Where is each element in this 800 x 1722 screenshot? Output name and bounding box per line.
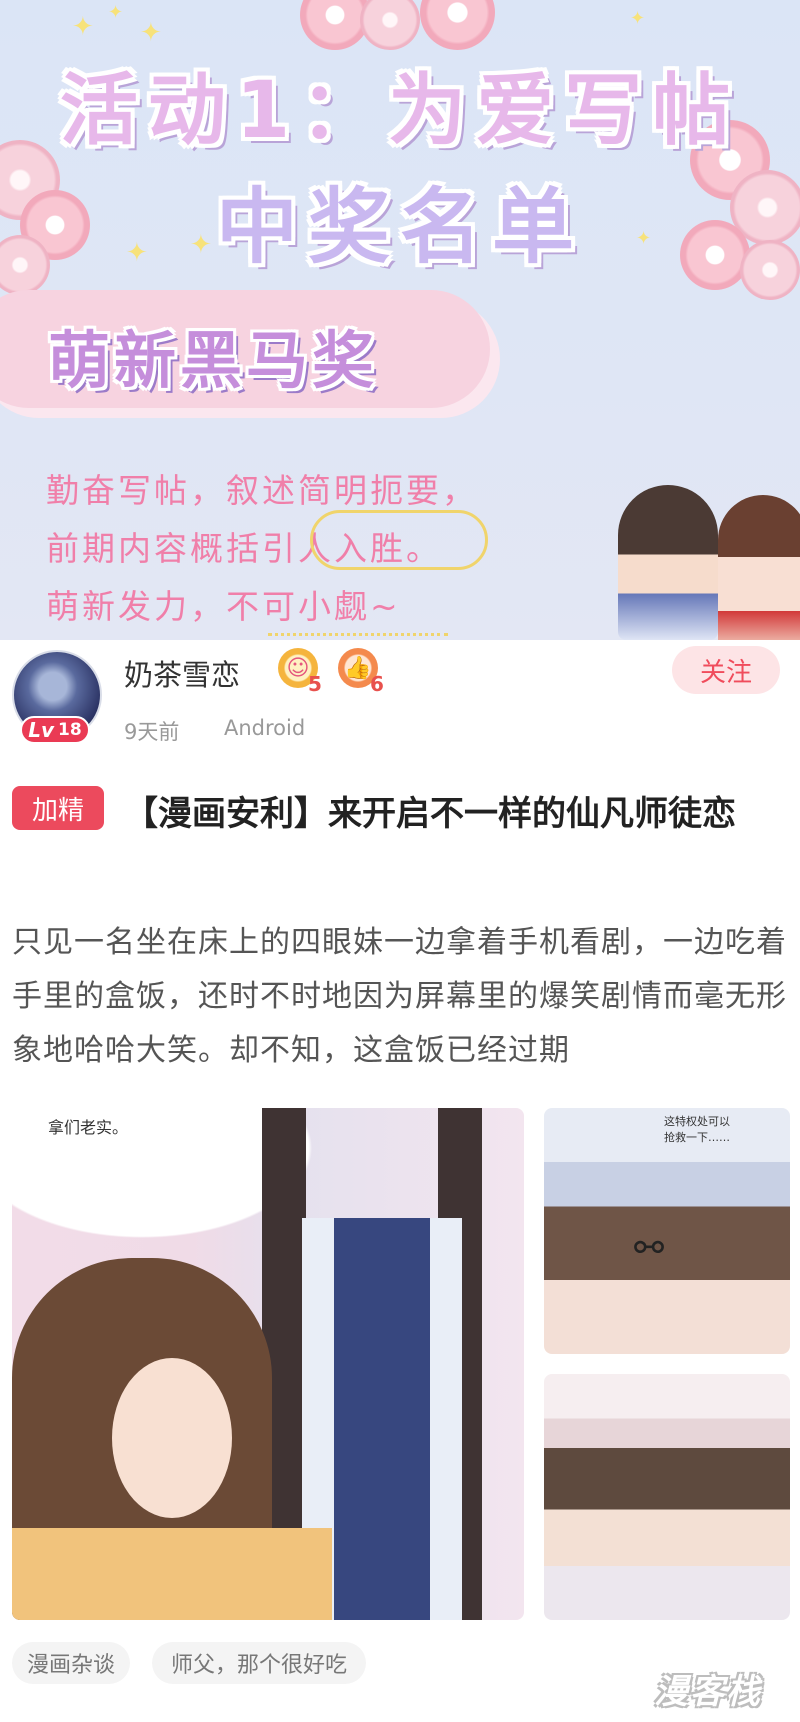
image-speech-text: 这特权处可以 抢救一下…… xyxy=(664,1114,730,1146)
illustration-part xyxy=(12,1528,332,1620)
chibi-character-illustration xyxy=(618,485,718,640)
image-speech-line: 抢救一下…… xyxy=(664,1131,730,1144)
sparkle-icon: ✦ xyxy=(108,2,124,23)
glasses-icon: ⚯ xyxy=(634,1228,665,1269)
featured-tag: 加精 xyxy=(12,786,104,830)
award-description-line3: 萌新发力，不可小觑~ xyxy=(46,587,401,626)
illustration-part xyxy=(112,1358,232,1518)
level-badge: Lv 18 xyxy=(20,716,90,744)
user-avatar[interactable]: Lv 18 xyxy=(12,650,104,744)
banner-title-line1: 活动1：为爱写帖 xyxy=(59,66,741,156)
level-number: 18 xyxy=(58,720,82,740)
activity-banner: ✦ ✦ ✦ ✦ ✦ ✦ ✦ 活动1：为爱写帖 中奖名单 萌新黑马奖 勤奋写帖，叙… xyxy=(0,0,800,640)
username[interactable]: 奶茶雪恋 xyxy=(124,652,240,694)
post-body[interactable]: 只见一名坐在床上的四眼妹一边拿着手机看剧，一边吃着手里的盒饭，还时不时地因为屏幕… xyxy=(12,916,788,1078)
post-image-thumbnail[interactable] xyxy=(544,1374,790,1620)
post-image-main[interactable]: 拿们老实。 xyxy=(12,1108,524,1620)
highlight-underline xyxy=(268,626,448,636)
post-device: Android xyxy=(224,716,306,740)
image-speech-line: 这特权处可以 xyxy=(664,1115,730,1128)
topic-tag[interactable]: 漫画杂谈 xyxy=(12,1642,130,1684)
app-watermark: 漫客栈 xyxy=(654,1672,762,1712)
sparkle-icon: ✦ xyxy=(140,18,162,48)
award-name: 萌新黑马奖 xyxy=(48,324,379,397)
topic-tag[interactable]: 师父，那个很好吃 xyxy=(152,1642,366,1684)
post-title[interactable]: 【漫画安利】来开启不一样的仙凡师徒恋 xyxy=(12,784,782,844)
post-time: 9天前 xyxy=(124,720,180,744)
fans-badge-count: 5 xyxy=(308,672,322,696)
likes-badge-count: 6 xyxy=(370,672,384,696)
award-description-line1: 勤奋写帖，叙述简明扼要， xyxy=(46,471,478,510)
cherry-blossom-decoration xyxy=(420,0,495,50)
image-speech-text: 拿们老实。 xyxy=(48,1118,129,1137)
highlight-circle xyxy=(310,510,488,570)
chibi-character-illustration xyxy=(718,495,800,640)
sparkle-icon: ✦ xyxy=(630,8,646,29)
cherry-blossom-decoration xyxy=(360,0,420,50)
follow-button[interactable]: 关注 xyxy=(672,646,780,694)
sparkle-icon: ✦ xyxy=(72,12,94,42)
level-prefix: Lv xyxy=(28,718,55,742)
post-image-thumbnail[interactable]: 这特权处可以 抢救一下…… ⚯ xyxy=(544,1108,790,1354)
banner-title-line2: 中奖名单 xyxy=(215,180,584,275)
